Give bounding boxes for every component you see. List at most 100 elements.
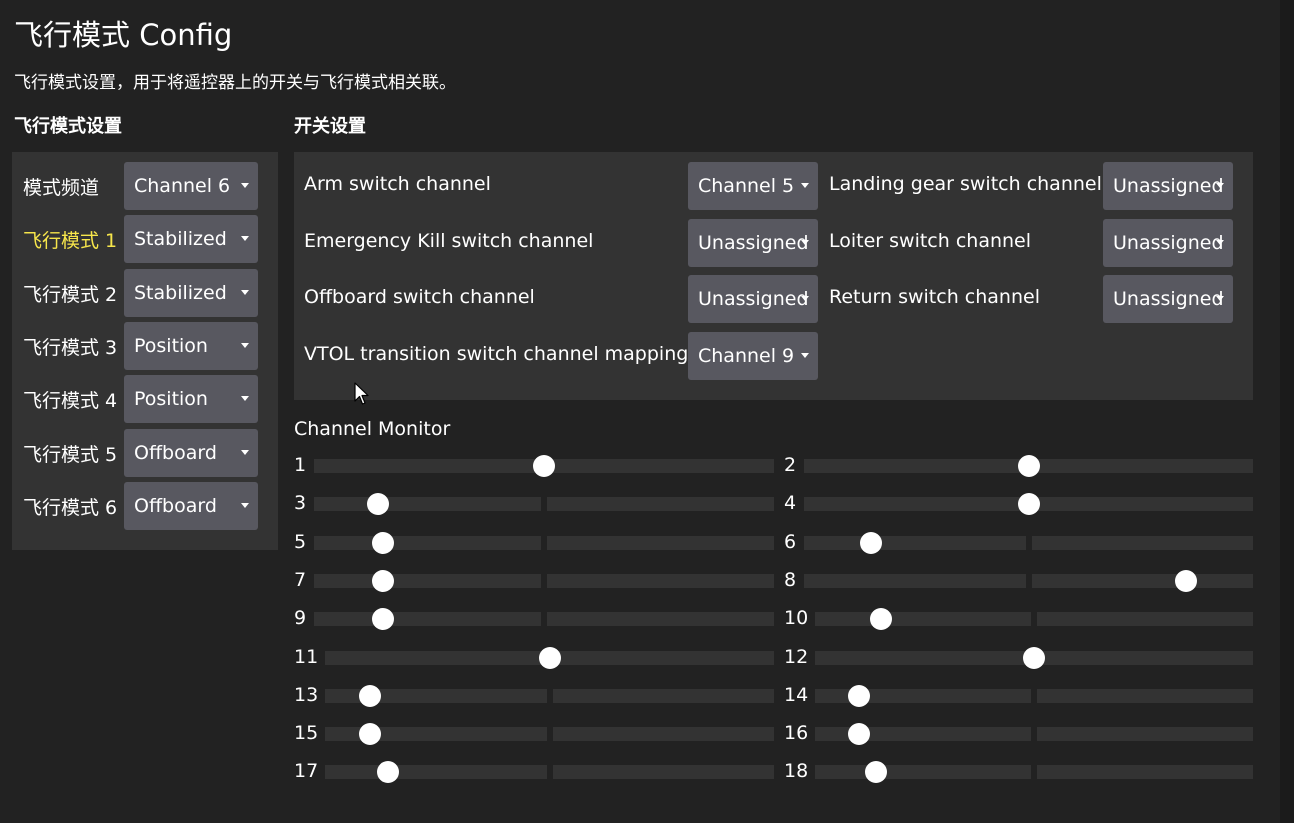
switch-label-left-2: Offboard switch channel [304, 286, 535, 309]
switch-section-title: 开关设置 [294, 116, 366, 137]
channel-label: 6 [784, 530, 797, 553]
mode-select-4[interactable]: Position [124, 375, 258, 424]
channel-track-segment [325, 765, 547, 780]
channel-label: 10 [784, 607, 809, 630]
channel-track-segment [552, 765, 774, 780]
mode-select-6[interactable]: Offboard [124, 481, 258, 530]
channel-label: 4 [784, 492, 797, 515]
switch-select-left-1[interactable]: Unassigned [688, 218, 818, 267]
switch-select-left-0-value: Channel 5 [698, 175, 795, 197]
channel-label: 17 [294, 760, 319, 783]
switch-select-left-3[interactable]: Channel 9 [688, 332, 818, 381]
channel-label: 9 [294, 607, 307, 630]
channel-track-segment [552, 688, 774, 703]
switch-label-right-0: Landing gear switch channel [829, 173, 1102, 195]
channel-track-segment [547, 573, 774, 588]
channel-track-segment [314, 535, 541, 550]
channel-track-segment [815, 765, 1031, 780]
mode-select-5[interactable]: Offboard [124, 428, 258, 477]
channel-level-indicator [376, 761, 399, 784]
switch-select-right-0-value: Unassigned [1113, 175, 1224, 197]
channel-track-segment [1037, 727, 1253, 742]
mode-select-0[interactable]: Channel 6 [124, 162, 258, 210]
channel-level-indicator [1017, 493, 1040, 516]
mode-row-label-5: 飞行模式 5 [23, 443, 118, 466]
channel-label: 1 [294, 454, 307, 476]
mode-row-label-3: 飞行模式 3 [23, 336, 118, 359]
mode-select-3[interactable]: Position [124, 321, 258, 370]
channel-label: 12 [784, 645, 809, 668]
channel-label: 8 [784, 568, 797, 591]
mode-select-3-value: Position [134, 334, 208, 357]
channel-label: 15 [294, 722, 319, 745]
switch-select-right-0[interactable]: Unassigned [1103, 162, 1233, 210]
chevron-down-icon [801, 353, 809, 359]
channel-track-segment [804, 497, 1026, 512]
channel-label: 16 [784, 722, 809, 745]
switch-select-right-2[interactable]: Unassigned [1103, 275, 1233, 324]
page-title: 飞行模式 Config [14, 18, 233, 52]
switch-select-left-0[interactable]: Channel 5 [688, 162, 818, 210]
channel-track-segment [547, 497, 774, 512]
channel-level-indicator [358, 684, 381, 707]
channel-track-segment [1037, 765, 1253, 780]
flight-mode-panel: 模式频道 Channel 6 飞行模式 1 Stabilized 飞行模式 2 Stabi… [12, 152, 278, 550]
mode-row-label-0: 模式频道 [23, 177, 100, 199]
mode-select-2[interactable]: Stabilized [124, 268, 258, 317]
switch-label-right-1: Loiter switch channel [829, 229, 1032, 252]
chevron-down-icon [241, 502, 249, 508]
channel-track-segment [1031, 497, 1253, 512]
channel-track-segment [314, 497, 541, 512]
mode-row-label-4: 飞行模式 4 [23, 390, 118, 413]
channel-track-segment [314, 573, 541, 588]
mode-select-1-value: Stabilized [134, 228, 227, 251]
chevron-down-icon [801, 296, 809, 302]
channel-level-indicator [869, 608, 892, 631]
right-edge-bar [1280, 0, 1294, 823]
switch-select-left-2[interactable]: Unassigned [688, 275, 818, 324]
channel-label: 7 [294, 568, 307, 591]
channel-monitor-title: Channel Monitor [294, 418, 451, 440]
mode-row-label-2: 飞行模式 2 [23, 283, 118, 306]
switch-label-right-2: Return switch channel [829, 286, 1040, 309]
chevron-down-icon [241, 183, 249, 188]
channel-level-indicator [847, 723, 870, 746]
switch-select-left-1-value: Unassigned [698, 231, 809, 254]
chevron-down-icon [1216, 296, 1224, 302]
channel-label: 5 [294, 530, 307, 553]
mode-select-6-value: Offboard [134, 494, 217, 517]
chevron-down-icon [1216, 239, 1224, 245]
chevron-down-icon [241, 396, 249, 402]
channel-level-indicator [860, 531, 883, 554]
channel-level-indicator [358, 723, 381, 746]
switch-label-left-1: Emergency Kill switch channel [304, 229, 594, 252]
channel-track-segment [1037, 612, 1253, 627]
page-description: 飞行模式设置，用于将遥控器上的开关与飞行模式相关联。 [14, 73, 456, 93]
channel-level-indicator [1017, 455, 1040, 477]
mode-select-1[interactable]: Stabilized [124, 215, 258, 264]
channel-level-indicator [533, 455, 555, 477]
channel-label: 18 [784, 760, 809, 783]
switch-settings-panel: Arm switch channel Channel 5 Emergency Kil… [294, 152, 1253, 400]
switch-select-right-1-value: Unassigned [1113, 231, 1224, 254]
channel-label: 11 [294, 645, 319, 668]
chevron-down-icon [1216, 183, 1224, 188]
mode-select-4-value: Position [134, 388, 208, 411]
channel-level-indicator [372, 608, 394, 631]
channel-level-indicator [865, 761, 888, 784]
channel-level-indicator [1023, 646, 1045, 669]
mode-select-2-value: Stabilized [134, 281, 227, 304]
channel-label: 2 [784, 454, 797, 476]
channel-track-segment [547, 535, 774, 550]
channel-track-segment [1031, 573, 1253, 588]
chevron-down-icon [241, 449, 249, 455]
channel-level-indicator [372, 531, 394, 554]
mode-select-0-value: Channel 6 [134, 175, 231, 197]
channel-track-segment [547, 612, 774, 627]
switch-select-right-1[interactable]: Unassigned [1103, 218, 1233, 267]
channel-track-segment [1031, 535, 1253, 550]
channel-level-indicator [372, 569, 394, 592]
chevron-down-icon [241, 289, 249, 295]
chevron-down-icon [241, 236, 249, 242]
channel-track-segment [1037, 688, 1253, 703]
